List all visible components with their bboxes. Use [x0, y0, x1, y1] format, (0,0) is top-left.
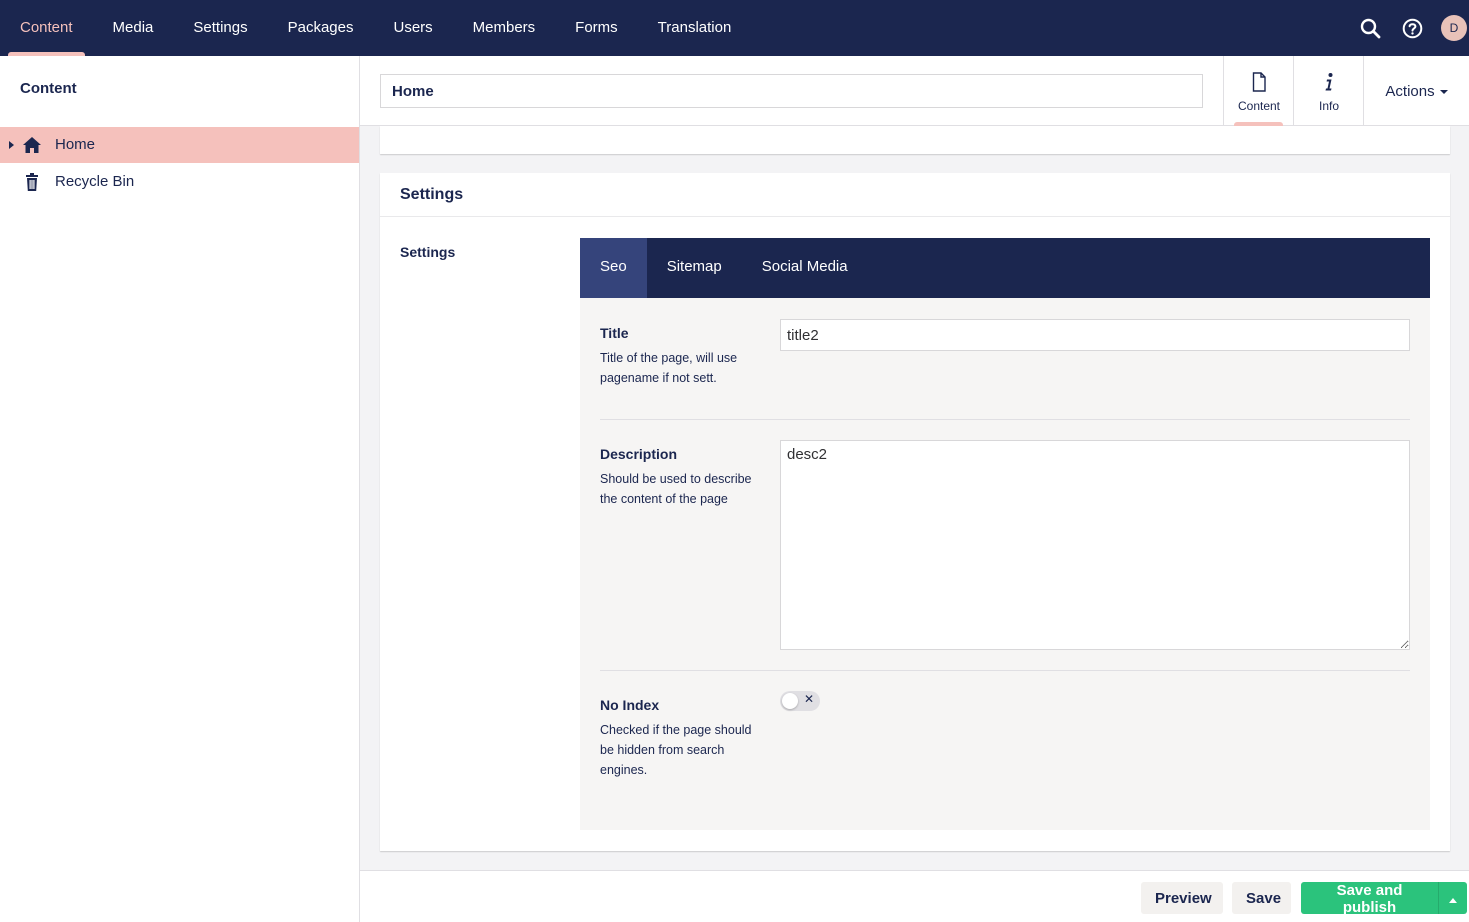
save-and-publish-button[interactable]: Save and publish [1301, 882, 1438, 916]
group-title: Settings [400, 186, 464, 203]
search-icon[interactable] [1359, 17, 1381, 39]
nav-item-members[interactable]: Members [453, 0, 556, 56]
title-field-label: Title [600, 325, 629, 341]
previous-group-panel [380, 126, 1450, 154]
save-button[interactable]: Save [1232, 882, 1291, 914]
nav-item-media[interactable]: Media [93, 0, 174, 56]
property-label: Settings [400, 244, 456, 260]
content-tree-sidebar: Content Home Recycle Bin [0, 56, 360, 922]
nav-item-packages[interactable]: Packages [268, 0, 374, 56]
top-nav-bar: Content Media Settings Packages Users Me… [0, 0, 1469, 56]
chevron-down-icon [1439, 90, 1448, 94]
app-tab-info[interactable]: Info [1293, 56, 1363, 126]
actions-label: Actions [1385, 82, 1435, 100]
noindex-field-description: Checked if the page should be hidden fro… [600, 723, 752, 777]
publish-options-button[interactable] [1438, 882, 1467, 914]
node-name-input[interactable] [380, 74, 1203, 108]
description-field-label: Description [600, 446, 678, 462]
description-field-description: Should be used to describe the content o… [600, 472, 752, 506]
editor-header: Content Info Actions [360, 56, 1469, 126]
editor-footer: Preview Save Save and publish [360, 870, 1469, 922]
sidebar-title: Content [20, 80, 77, 97]
chevron-up-icon [1449, 897, 1457, 903]
noindex-field-label: No Index [600, 697, 660, 713]
description-textarea[interactable]: desc2 [780, 440, 1410, 650]
actions-dropdown[interactable]: Actions [1363, 56, 1469, 126]
tree-item-label: Recycle Bin [55, 173, 135, 190]
settings-group-panel: Settings Settings Seo Sitemap Social Med… [380, 173, 1450, 851]
tree-item-home[interactable]: Home [0, 127, 359, 163]
app-tab-label: Content [1237, 99, 1281, 113]
nav-item-translation[interactable]: Translation [638, 0, 752, 56]
field-divider [600, 670, 1410, 671]
nav-item-content[interactable]: Content [0, 0, 93, 56]
section-nav: Content Media Settings Packages Users Me… [0, 0, 751, 56]
nested-content-editor: Seo Sitemap Social Media Title Title of … [580, 238, 1430, 830]
tab-seo[interactable]: Seo [580, 238, 647, 298]
tree-item-recycle-bin[interactable]: Recycle Bin [0, 164, 359, 200]
nav-item-forms[interactable]: Forms [555, 0, 638, 56]
noindex-toggle[interactable]: ✕ [780, 691, 820, 711]
close-icon: ✕ [804, 692, 815, 706]
tab-sitemap[interactable]: Sitemap [647, 238, 742, 298]
title-input[interactable] [780, 319, 1410, 351]
trash-icon [22, 173, 42, 191]
info-icon [1319, 72, 1339, 92]
preview-button[interactable]: Preview [1141, 882, 1223, 914]
app-tab-content[interactable]: Content [1223, 56, 1293, 126]
tree-item-label: Home [55, 136, 96, 153]
nested-tabs: Seo Sitemap Social Media [580, 238, 1430, 298]
toggle-knob [782, 693, 798, 709]
nav-item-users[interactable]: Users [373, 0, 452, 56]
help-icon[interactable] [1401, 17, 1423, 39]
expand-caret-icon[interactable] [9, 141, 14, 149]
user-avatar[interactable]: D [1441, 15, 1467, 41]
group-header: Settings [380, 173, 1450, 217]
document-icon [1249, 72, 1269, 92]
header-tools: D [1349, 0, 1469, 56]
title-field-description: Title of the page, will use pagename if … [600, 351, 738, 385]
app-tab-label: Info [1318, 99, 1339, 113]
tab-social-media[interactable]: Social Media [742, 238, 868, 298]
nav-item-settings[interactable]: Settings [173, 0, 267, 56]
field-divider [600, 419, 1410, 420]
home-icon [22, 136, 42, 154]
